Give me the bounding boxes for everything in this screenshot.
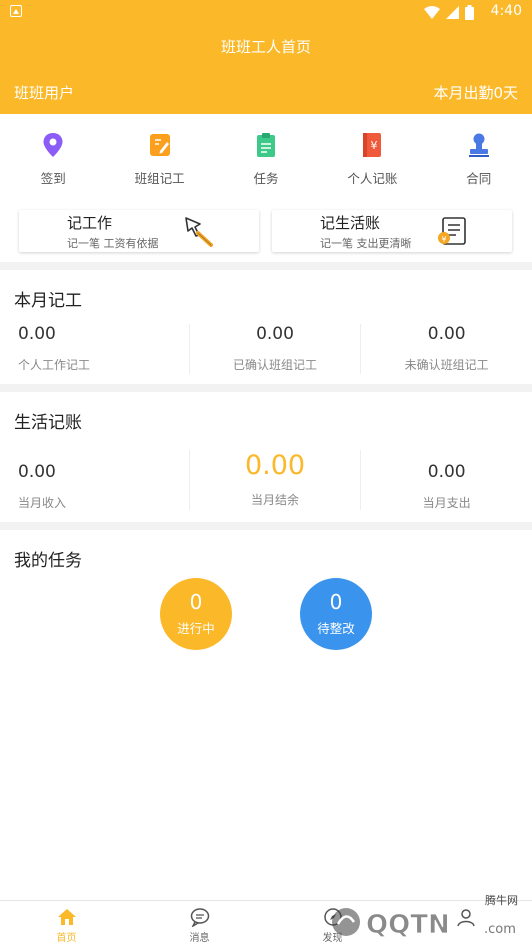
- stat-label: 未确认班组记工: [404, 358, 489, 372]
- home-icon: [57, 907, 77, 927]
- stat-value: 0.00: [427, 462, 466, 482]
- svg-text:¥: ¥: [371, 139, 378, 152]
- site-watermark: QQTN .com 腾牛网: [324, 894, 524, 940]
- stat-label: 已确认班组记工: [233, 358, 318, 372]
- record-life-card[interactable]: 记生活账 记一笔 支出更清晰 ¥: [272, 210, 512, 252]
- message-icon: [190, 907, 210, 928]
- page-title: 班班工人首页: [220, 38, 311, 56]
- record-work-subtitle: 记一笔 工资有依据: [67, 237, 159, 250]
- record-work-title: 记工作: [67, 214, 113, 232]
- stat-income[interactable]: 0.00 当月收入: [0, 450, 189, 510]
- svg-text:.com: .com: [484, 922, 516, 937]
- menu-item-label: 签到: [40, 171, 66, 186]
- stat-expense[interactable]: 0.00 当月支出: [360, 450, 532, 510]
- trowel-icon: [185, 217, 213, 247]
- stat-label: 个人工作记工: [18, 358, 91, 372]
- user-name[interactable]: 班班用户: [14, 82, 74, 103]
- monthly-record-section: 本月记工 0.00 个人工作记工 0.00 已确认班组记工 0.00 未确认班组…: [0, 270, 532, 384]
- menu-item-team-record[interactable]: 班组记工: [106, 132, 212, 187]
- function-card: 签到 班组记工 任务 ¥ 个人记账 合同 记工作 记一笔 工资有依据 记生活账 …: [0, 114, 532, 262]
- my-tasks-section: 我的任务 0 进行中 0 待整改: [0, 530, 532, 900]
- location-pin-icon: [41, 132, 65, 158]
- ledger-book-icon: ¥: [360, 132, 384, 158]
- task-label: 进行中: [177, 621, 215, 636]
- stat-confirmed-team[interactable]: 0.00 已确认班组记工: [188, 324, 361, 374]
- record-life-title: 记生活账: [320, 214, 381, 232]
- menu-item-contract[interactable]: 合同: [426, 132, 532, 187]
- section-title: 本月记工: [14, 291, 82, 311]
- clipboard-icon: [254, 132, 278, 158]
- status-bar: 4:40: [0, 0, 532, 24]
- ledger-stats: 0.00 当月收入 0.00 当月结余 0.00 当月支出: [0, 450, 532, 510]
- menu-item-tasks[interactable]: 任务: [213, 132, 319, 187]
- stat-label: 当月支出: [422, 496, 471, 510]
- tab-label: 消息: [189, 933, 210, 944]
- stat-value: 0.00: [244, 450, 306, 481]
- signal-icon: [446, 6, 459, 19]
- menu-item-label: 班组记工: [134, 171, 185, 186]
- battery-icon: [465, 5, 474, 20]
- task-count: 0: [189, 590, 203, 614]
- section-title: 我的任务: [14, 551, 82, 571]
- task-label: 待整改: [317, 621, 355, 636]
- task-in-progress-button[interactable]: 0 进行中: [160, 578, 232, 650]
- stat-label: 当月收入: [18, 496, 67, 510]
- stat-personal-record[interactable]: 0.00 个人工作记工: [0, 324, 189, 374]
- menu-item-label: 合同: [466, 171, 492, 186]
- menu-item-checkin[interactable]: 签到: [0, 132, 106, 187]
- status-icons: [424, 5, 474, 20]
- menu-item-personal-ledger[interactable]: ¥ 个人记账: [319, 132, 425, 187]
- edit-note-icon: [148, 132, 172, 158]
- tab-home[interactable]: 首页: [0, 901, 133, 946]
- stat-value: 0.00: [18, 462, 56, 482]
- life-ledger-section: 生活记账 0.00 当月收入 0.00 当月结余 0.00 当月支出: [0, 392, 532, 522]
- menu-item-label: 个人记账: [347, 171, 398, 186]
- function-menu: 签到 班组记工 任务 ¥ 个人记账 合同: [0, 132, 532, 187]
- stat-value: 0.00: [256, 324, 294, 344]
- stat-label: 当月结余: [251, 493, 300, 507]
- svg-text:QQTN: QQTN: [366, 910, 450, 940]
- tab-label: 首页: [56, 933, 77, 944]
- stat-value: 0.00: [18, 324, 56, 344]
- receipt-icon: ¥: [438, 217, 466, 245]
- tab-messages[interactable]: 消息: [133, 901, 266, 946]
- record-life-subtitle: 记一笔 支出更清晰: [320, 237, 412, 250]
- wifi-icon: [424, 6, 440, 19]
- header: 班班工人首页 班班用户 本月出勤0天: [0, 24, 532, 114]
- stamp-icon: [467, 132, 491, 158]
- clock: 4:40: [490, 3, 522, 19]
- notification-icon: [10, 5, 22, 17]
- monthly-stats: 0.00 个人工作记工 0.00 已确认班组记工 0.00 未确认班组记工: [0, 324, 532, 374]
- watermark-label: 腾牛网: [485, 894, 518, 907]
- record-work-card[interactable]: 记工作 记一笔 工资有依据: [19, 210, 259, 252]
- stat-unconfirmed-team[interactable]: 0.00 未确认班组记工: [360, 324, 532, 374]
- section-title: 生活记账: [14, 413, 82, 433]
- menu-item-label: 任务: [253, 171, 279, 186]
- attendance-summary: 本月出勤0天: [433, 84, 518, 102]
- task-count: 0: [329, 590, 343, 614]
- svg-text:¥: ¥: [441, 235, 446, 244]
- task-to-fix-button[interactable]: 0 待整改: [300, 578, 372, 650]
- stat-balance[interactable]: 0.00 当月结余: [188, 450, 361, 510]
- stat-value: 0.00: [427, 324, 466, 344]
